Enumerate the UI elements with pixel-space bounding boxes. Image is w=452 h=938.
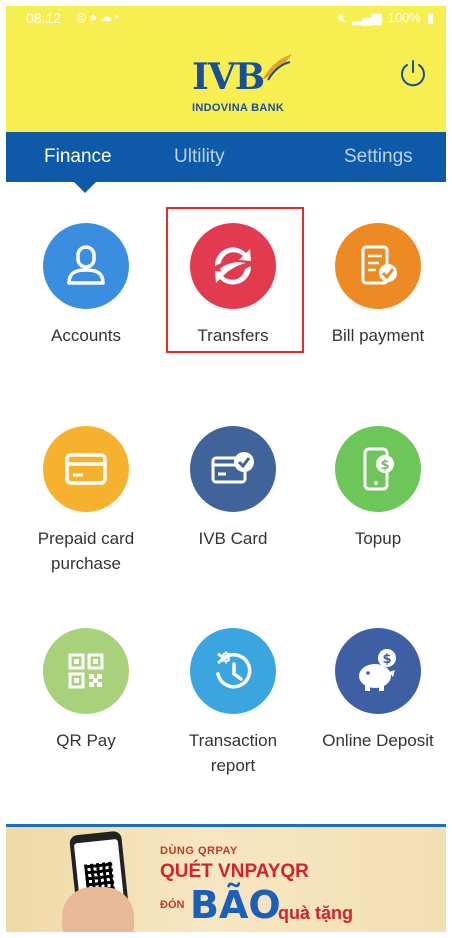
banner-line-3: ĐÓN: [160, 899, 185, 911]
dot-icon: •: [114, 10, 122, 24]
bill-check-icon: [361, 245, 397, 285]
menu-item-accounts[interactable]: Accounts: [16, 223, 156, 348]
tab-settings[interactable]: Settings: [344, 146, 413, 168]
bank-logo: IVB INDOVINA BANK: [192, 54, 302, 126]
logo-leaf-icon: [262, 54, 292, 81]
banner-line-4: BÃO: [190, 883, 281, 927]
status-bar: 08:12 ◎●☁• 🔇︎ ▂▄▆ 100% ▮: [6, 6, 446, 32]
qr-icon: [68, 653, 104, 689]
label-line-1: Transaction: [188, 731, 278, 750]
promo-banner[interactable]: DÙNG QRPAY QUÉT VNPAYQR ĐÓN BÃO quà tặng: [6, 827, 446, 932]
dollar-clock-icon: $: [216, 650, 252, 689]
banner-line-1: DÙNG QRPAY: [160, 845, 238, 857]
menu-label: Prepaid card purchase: [16, 526, 156, 576]
menu-item-online-deposit[interactable]: $ Online Deposit: [308, 628, 446, 753]
piggy-bank-icon: $: [359, 649, 396, 691]
status-time: 08:12: [26, 10, 62, 26]
tab-finance[interactable]: Finance: [44, 146, 112, 168]
app-screen: 08:12 ◎●☁• 🔇︎ ▂▄▆ 100% ▮ IVB INDOVINA BANK …: [6, 6, 446, 932]
logo-subtitle: INDOVINA BANK: [192, 102, 285, 114]
qr-pay-circle: [43, 628, 129, 714]
mute-icon: 🔇︎: [338, 10, 347, 25]
menu-label: QR Pay: [56, 731, 116, 750]
app-badge-icon: ●: [89, 10, 100, 24]
transfers-highlight-box: [166, 207, 304, 353]
status-right: 🔇︎ ▂▄▆ 100% ▮: [332, 10, 434, 26]
label-line-2: report: [210, 756, 256, 775]
active-tab-indicator: [74, 182, 96, 193]
voicemail-icon: ◎: [76, 10, 90, 24]
bill-payment-circle: [335, 223, 421, 309]
battery-icon: ▮: [426, 10, 434, 25]
power-icon[interactable]: [398, 58, 428, 88]
menu-label: Topup: [354, 529, 402, 548]
phone-dollar-icon: $: [363, 447, 394, 491]
label-line-2: purchase: [51, 554, 121, 573]
hand-illustration: [62, 887, 134, 932]
menu-label: Bill payment: [331, 326, 425, 345]
menu-label: Transaction report: [163, 728, 303, 778]
menu-item-prepaid-card[interactable]: Prepaid card purchase: [16, 426, 156, 576]
banner-line-2: QUÉT VNPAYQR: [160, 861, 309, 882]
topup-circle: $: [335, 426, 421, 512]
menu-item-qr-pay[interactable]: QR Pay: [16, 628, 156, 753]
card-icon: [65, 453, 107, 485]
user-icon: [67, 245, 105, 285]
svg-text:$: $: [221, 650, 231, 666]
prepaid-card-circle: [43, 426, 129, 512]
ivb-card-circle: [190, 426, 276, 512]
menu-label: IVB Card: [198, 529, 268, 548]
battery-text: 100%: [387, 10, 421, 25]
tab-utility[interactable]: Ultility: [174, 146, 225, 168]
signal-icon: ▂▄▆: [352, 10, 382, 25]
menu-item-ivb-card[interactable]: IVB Card: [163, 426, 303, 551]
main-tabs: Finance Ultility Settings: [6, 132, 446, 182]
banner-line-5: quà tặng: [278, 903, 353, 923]
card-check-icon: [211, 452, 254, 484]
label-line-1: Prepaid card: [37, 529, 135, 548]
accounts-circle: [43, 223, 129, 309]
notification-icons: ◎●☁•: [76, 10, 122, 24]
menu-label: Accounts: [51, 326, 121, 345]
menu-item-topup[interactable]: $ Topup: [308, 426, 446, 551]
app-header: 08:12 ◎●☁• 🔇︎ ▂▄▆ 100% ▮ IVB INDOVINA BANK: [6, 6, 446, 132]
cloud-icon: ☁: [99, 10, 115, 24]
menu-label: Online Deposit: [322, 731, 434, 750]
svg-text:$: $: [380, 458, 389, 473]
menu-item-transaction-report[interactable]: $ Transaction report: [163, 628, 303, 778]
logo-text: IVB: [192, 56, 265, 98]
svg-text:$: $: [382, 652, 391, 667]
transaction-report-circle: $: [190, 628, 276, 714]
menu-item-bill-payment[interactable]: Bill payment: [308, 223, 446, 348]
online-deposit-circle: $: [335, 628, 421, 714]
